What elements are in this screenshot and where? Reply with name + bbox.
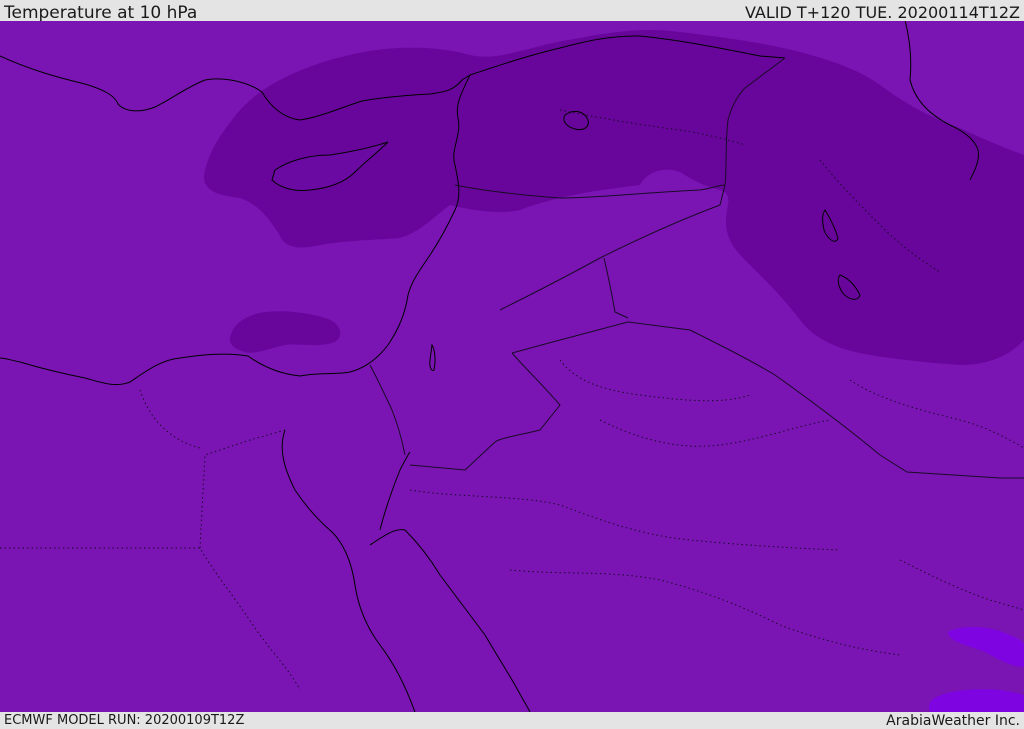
credit-label: ArabiaWeather Inc. <box>886 713 1020 729</box>
forecast-map-view: Temperature at 10 hPa VALID T+120 TUE. 2… <box>0 0 1024 729</box>
map-title: Temperature at 10 hPa <box>4 3 198 23</box>
map-canvas[interactable] <box>0 21 1024 712</box>
map-svg <box>0 21 1024 712</box>
footer-bar: ECMWF MODEL RUN: 20200109T12Z ArabiaWeat… <box>0 712 1024 729</box>
valid-time: VALID T+120 TUE. 20200114T12Z <box>744 3 1020 22</box>
model-run-label: ECMWF MODEL RUN: 20200109T12Z <box>4 713 245 728</box>
header-bar: Temperature at 10 hPa VALID T+120 TUE. 2… <box>0 0 1024 23</box>
